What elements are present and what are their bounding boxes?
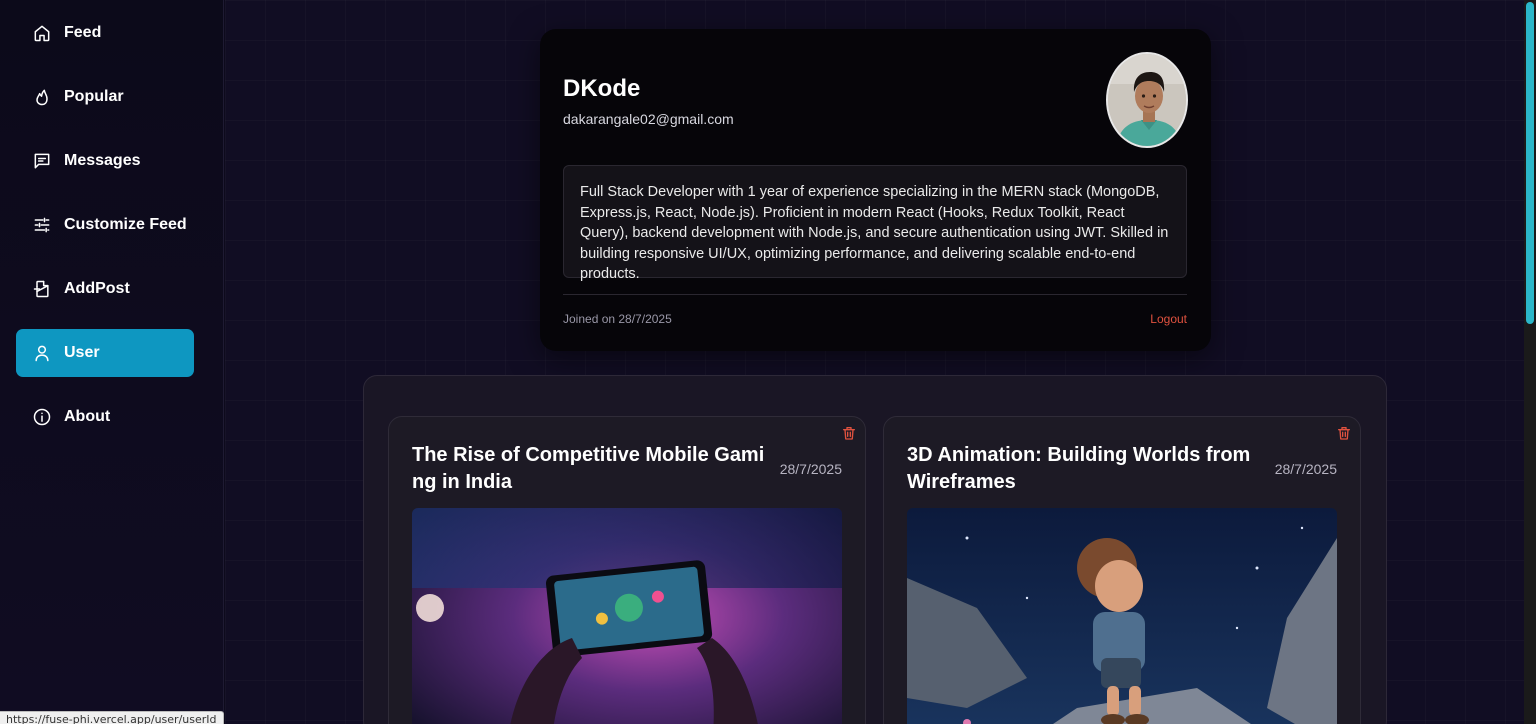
sidebar-item-label: Customize Feed bbox=[64, 216, 187, 233]
scrollbar[interactable] bbox=[1524, 0, 1536, 724]
sidebar-item-feed[interactable]: Feed bbox=[16, 9, 194, 57]
sidebar-item-label: Messages bbox=[64, 152, 141, 169]
profile-name: DKode bbox=[563, 75, 641, 102]
sidebar-item-label: AddPost bbox=[64, 280, 130, 297]
sidebar-item-label: Feed bbox=[64, 24, 102, 41]
home-icon bbox=[32, 23, 52, 43]
sidebar-item-label: Popular bbox=[64, 88, 124, 105]
trash-icon[interactable] bbox=[841, 425, 857, 441]
sidebar-item-customize-feed[interactable]: Customize Feed bbox=[16, 201, 194, 249]
info-icon bbox=[32, 407, 52, 427]
post-card[interactable]: 3D Animation: Building Worlds from Wiref… bbox=[883, 416, 1361, 724]
joined-date: Joined on 28/7/2025 bbox=[563, 312, 672, 326]
post-image[interactable] bbox=[412, 508, 842, 724]
profile-bio: Full Stack Developer with 1 year of expe… bbox=[563, 165, 1187, 282]
post-image[interactable] bbox=[907, 508, 1337, 724]
file-plus-icon bbox=[32, 279, 52, 299]
avatar bbox=[1106, 52, 1188, 148]
scrollbar-thumb[interactable] bbox=[1526, 2, 1534, 324]
avatar-photo bbox=[1108, 54, 1186, 146]
post-date: 28/7/2025 bbox=[779, 461, 842, 477]
sidebar-item-label: User bbox=[64, 344, 100, 361]
sidebar-item-label: About bbox=[64, 408, 111, 425]
profile-card: DKode dakarangale02@gmail.com Full Stack… bbox=[540, 29, 1211, 351]
sidebar-item-user[interactable]: User bbox=[16, 329, 194, 377]
sidebar-item-popular[interactable]: Popular bbox=[16, 73, 194, 121]
trash-icon[interactable] bbox=[1336, 425, 1352, 441]
sidebar-item-messages[interactable]: Messages bbox=[16, 137, 194, 185]
post-title[interactable]: The Rise of Competitive Mobile Gaming in… bbox=[412, 442, 772, 496]
flame-icon bbox=[32, 87, 52, 107]
3d-animated-boy-photo bbox=[907, 508, 1337, 724]
sidebar-item-about[interactable]: About bbox=[16, 393, 194, 441]
sliders-icon bbox=[32, 215, 52, 235]
post-date: 28/7/2025 bbox=[1274, 461, 1337, 477]
user-icon bbox=[32, 343, 52, 363]
mobile-gaming-photo bbox=[412, 508, 842, 724]
sidebar: Feed Popular Messages Customize Feed Add… bbox=[0, 0, 224, 724]
posts-panel: The Rise of Competitive Mobile Gaming in… bbox=[363, 375, 1387, 724]
divider bbox=[563, 294, 1187, 295]
post-card[interactable]: The Rise of Competitive Mobile Gaming in… bbox=[388, 416, 866, 724]
logout-button[interactable]: Logout bbox=[1150, 312, 1187, 326]
sidebar-item-addpost[interactable]: AddPost bbox=[16, 265, 194, 313]
message-icon bbox=[32, 151, 52, 171]
status-bar-url: https://fuse-phi.vercel.app/user/userId bbox=[0, 711, 224, 724]
post-title[interactable]: 3D Animation: Building Worlds from Wiref… bbox=[907, 442, 1267, 496]
profile-email: dakarangale02@gmail.com bbox=[563, 111, 734, 127]
